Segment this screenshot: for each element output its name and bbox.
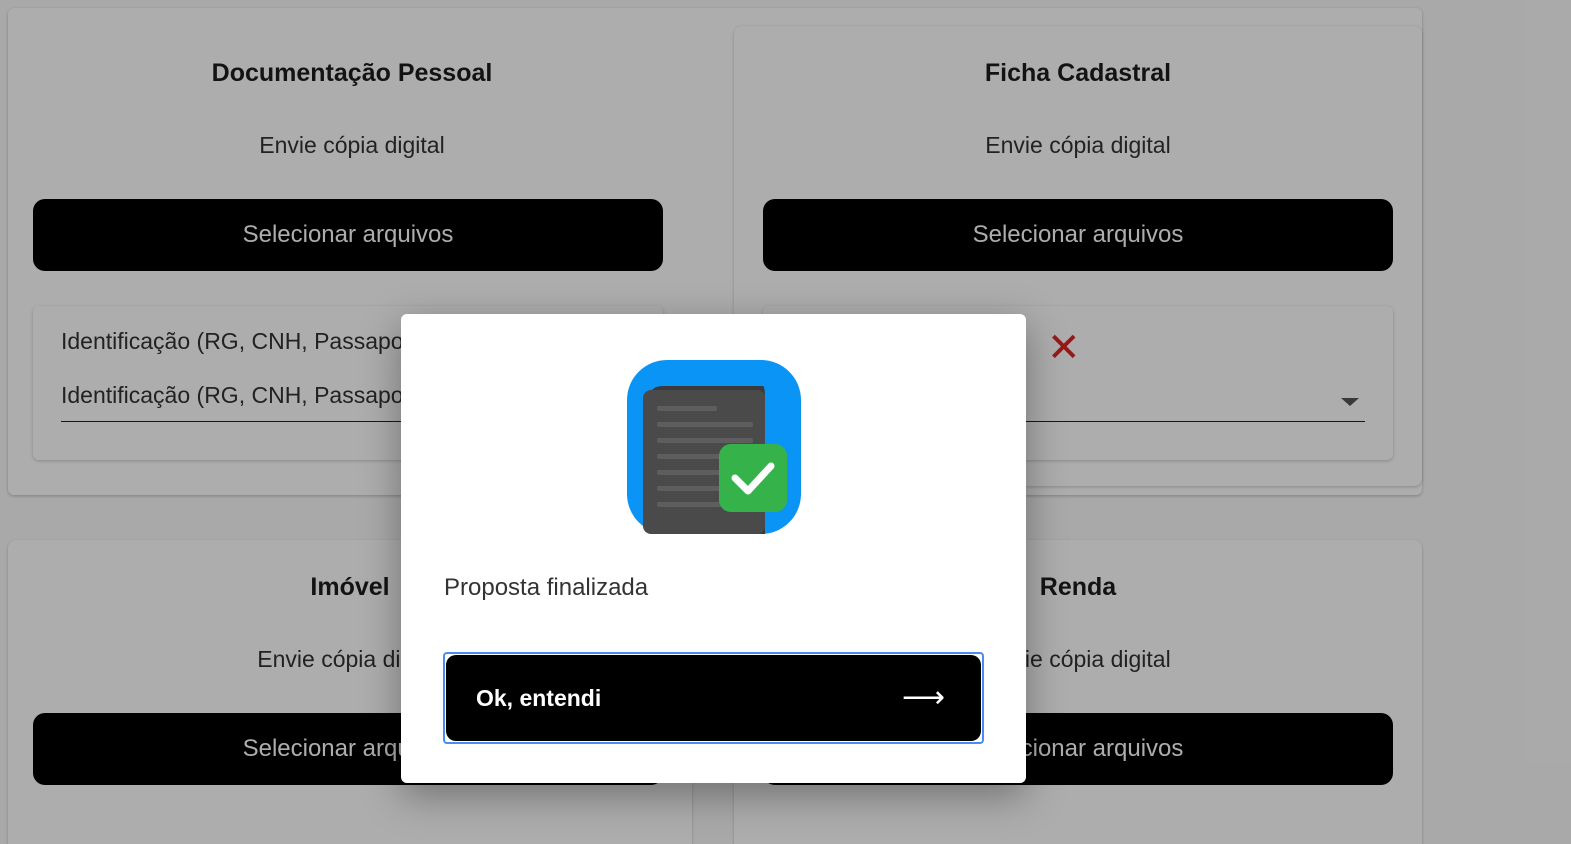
ok-button-label: Ok, entendi <box>476 684 602 711</box>
ok-button[interactable]: Ok, entendi ⟶ <box>446 655 981 741</box>
dialog-message: Proposta finalizada <box>444 574 649 601</box>
document-check-icon <box>627 360 801 534</box>
success-dialog: Proposta finalizada Ok, entendi ⟶ <box>401 314 1026 783</box>
page: Documentação Pessoal Envie cópia digital… <box>0 0 1571 844</box>
confirm-button-focus-ring: Ok, entendi ⟶ <box>443 652 984 744</box>
arrow-right-icon: ⟶ <box>901 681 945 714</box>
